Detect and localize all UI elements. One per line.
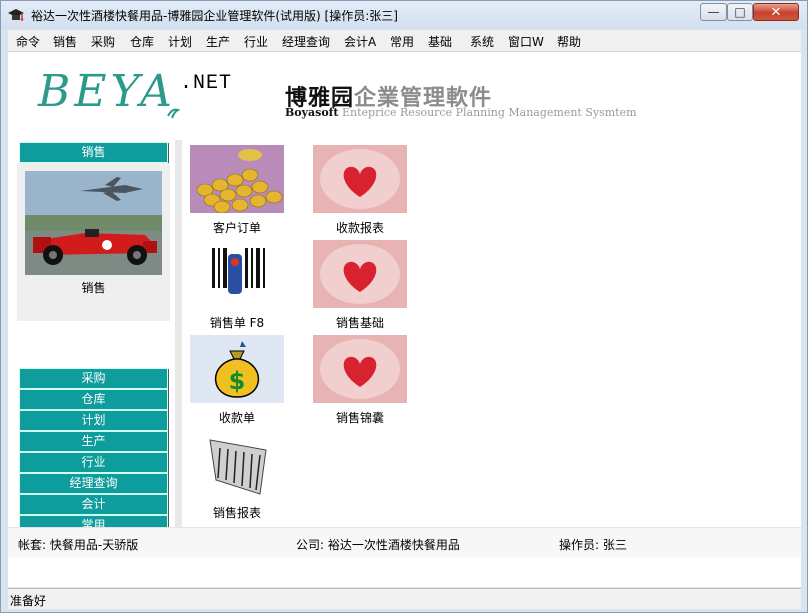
sidebar-category-industry[interactable]: 行业	[19, 452, 168, 473]
window-title: 裕达一次性酒楼快餐用品-博雅园企业管理软件(试用版) [操作员:张三]	[31, 9, 398, 23]
blank-area	[8, 557, 801, 587]
heart-icon	[313, 240, 407, 308]
company-info: 公司: 裕达一次性酒楼快餐用品	[296, 538, 460, 552]
module-sales-slip[interactable]: 销售单 F8	[182, 240, 292, 330]
client-area: BEYA .NET 博雅园企業管理軟件 Boyasoft Enteprice R…	[8, 52, 801, 587]
module-receipt-report[interactable]: 收款报表	[305, 145, 415, 235]
menu-warehouse[interactable]: 仓库	[130, 33, 154, 50]
sidebar-category-accounting[interactable]: 会计	[19, 494, 168, 515]
leaf-icon	[167, 108, 180, 119]
sidebar-category-sales[interactable]: 销售	[19, 142, 168, 163]
menu-sales[interactable]: 销售	[53, 33, 77, 50]
module-sales-tips[interactable]: 销售锦囊	[305, 335, 415, 425]
minimize-icon: —	[707, 5, 720, 19]
menu-basic[interactable]: 基础	[428, 33, 452, 50]
menu-common[interactable]: 常用	[390, 33, 414, 50]
close-button[interactable]: ✕	[753, 3, 799, 21]
module-label: 客户订单	[212, 221, 261, 235]
minimize-button[interactable]: —	[700, 3, 727, 21]
sidebar-active-panel: 销售	[17, 163, 170, 321]
status-bar: 准备好	[8, 588, 801, 609]
module-label: 销售基础	[335, 316, 384, 330]
close-icon: ✕	[770, 4, 782, 20]
main-window: 裕达一次性酒楼快餐用品-博雅园企业管理软件(试用版) [操作员:张三] — □ …	[0, 0, 808, 613]
maximize-button[interactable]: □	[727, 3, 753, 21]
module-receipt[interactable]: $ 收款单	[182, 335, 292, 425]
module-label: 收款单	[218, 411, 255, 425]
info-bar: 帐套: 快餐用品-天骄版 公司: 裕达一次性酒楼快餐用品 操作员: 张三	[8, 527, 801, 558]
svg-text:$: $	[229, 367, 246, 395]
module-sales-basic[interactable]: 销售基础	[305, 240, 415, 330]
sidebar-category-plan[interactable]: 计划	[19, 410, 168, 431]
sidebar-category-purchase[interactable]: 采购	[19, 368, 168, 389]
status-text: 准备好	[10, 594, 47, 608]
coins-icon	[190, 145, 284, 213]
module-sales-report[interactable]: 销售报表	[182, 430, 292, 520]
tagline-text: Enteprice Resource Planning Management S…	[342, 106, 637, 119]
module-label: 销售报表	[212, 506, 261, 520]
operator-info: 操作员: 张三	[559, 538, 627, 552]
money-bag-icon: $	[190, 335, 284, 403]
heart-icon	[313, 145, 407, 213]
product-tagline: Boyasoft Enteprice Resource Planning Man…	[285, 106, 637, 119]
title-bar[interactable]: 裕达一次性酒楼快餐用品-博雅园企业管理软件(试用版) [操作员:张三] — □ …	[1, 1, 807, 29]
heart-icon	[313, 335, 407, 403]
menu-window[interactable]: 窗口W	[508, 33, 544, 50]
brand-name: Boyasoft	[285, 106, 339, 119]
menu-purchase[interactable]: 采购	[91, 33, 115, 50]
menu-manager-query[interactable]: 经理查询	[282, 33, 330, 50]
ledger-icon	[190, 430, 284, 498]
sidebar-category-warehouse[interactable]: 仓库	[19, 389, 168, 410]
beya-logo: BEYA	[38, 66, 176, 117]
account-info: 帐套: 快餐用品-天骄版	[18, 538, 139, 552]
module-label: 销售锦囊	[335, 411, 384, 425]
net-logo-suffix: .NET	[180, 72, 233, 95]
menu-bar: 命令 销售 采购 仓库 计划 生产 行业 经理查询 会计A 常用 基础 系统 窗…	[8, 30, 801, 52]
sidebar-active-label: 销售	[81, 281, 106, 295]
maximize-icon: □	[734, 5, 746, 19]
menu-command[interactable]: 命令	[16, 33, 40, 50]
sidebar-category-manager[interactable]: 经理查询	[19, 473, 168, 494]
sidebar-category-production[interactable]: 生产	[19, 431, 168, 452]
menu-accounting[interactable]: 会计A	[344, 33, 376, 50]
sidebar: 销售 销售 采购 仓库 计划 生产 行业 经理查询 会计 常用	[16, 140, 172, 578]
module-label: 销售单 F8	[209, 316, 265, 330]
menu-system[interactable]: 系统	[470, 33, 494, 50]
race-car-image	[25, 171, 162, 275]
module-grid: 客户订单 收款报表 销售单 F8 销售基础 $ 收款单 销售锦囊 销售报表	[182, 140, 801, 526]
menu-plan[interactable]: 计划	[168, 33, 192, 50]
graduation-cap-icon	[8, 9, 24, 21]
banner: BEYA .NET 博雅园企業管理軟件 Boyasoft Enteprice R…	[8, 52, 801, 138]
barcode-scanner-icon	[190, 240, 284, 308]
menu-help[interactable]: 帮助	[557, 33, 581, 50]
menu-industry[interactable]: 行业	[244, 33, 268, 50]
module-customer-order[interactable]: 客户订单	[182, 145, 292, 235]
menu-production[interactable]: 生产	[206, 33, 230, 50]
module-label: 收款报表	[335, 221, 384, 235]
splitter[interactable]	[175, 140, 182, 527]
